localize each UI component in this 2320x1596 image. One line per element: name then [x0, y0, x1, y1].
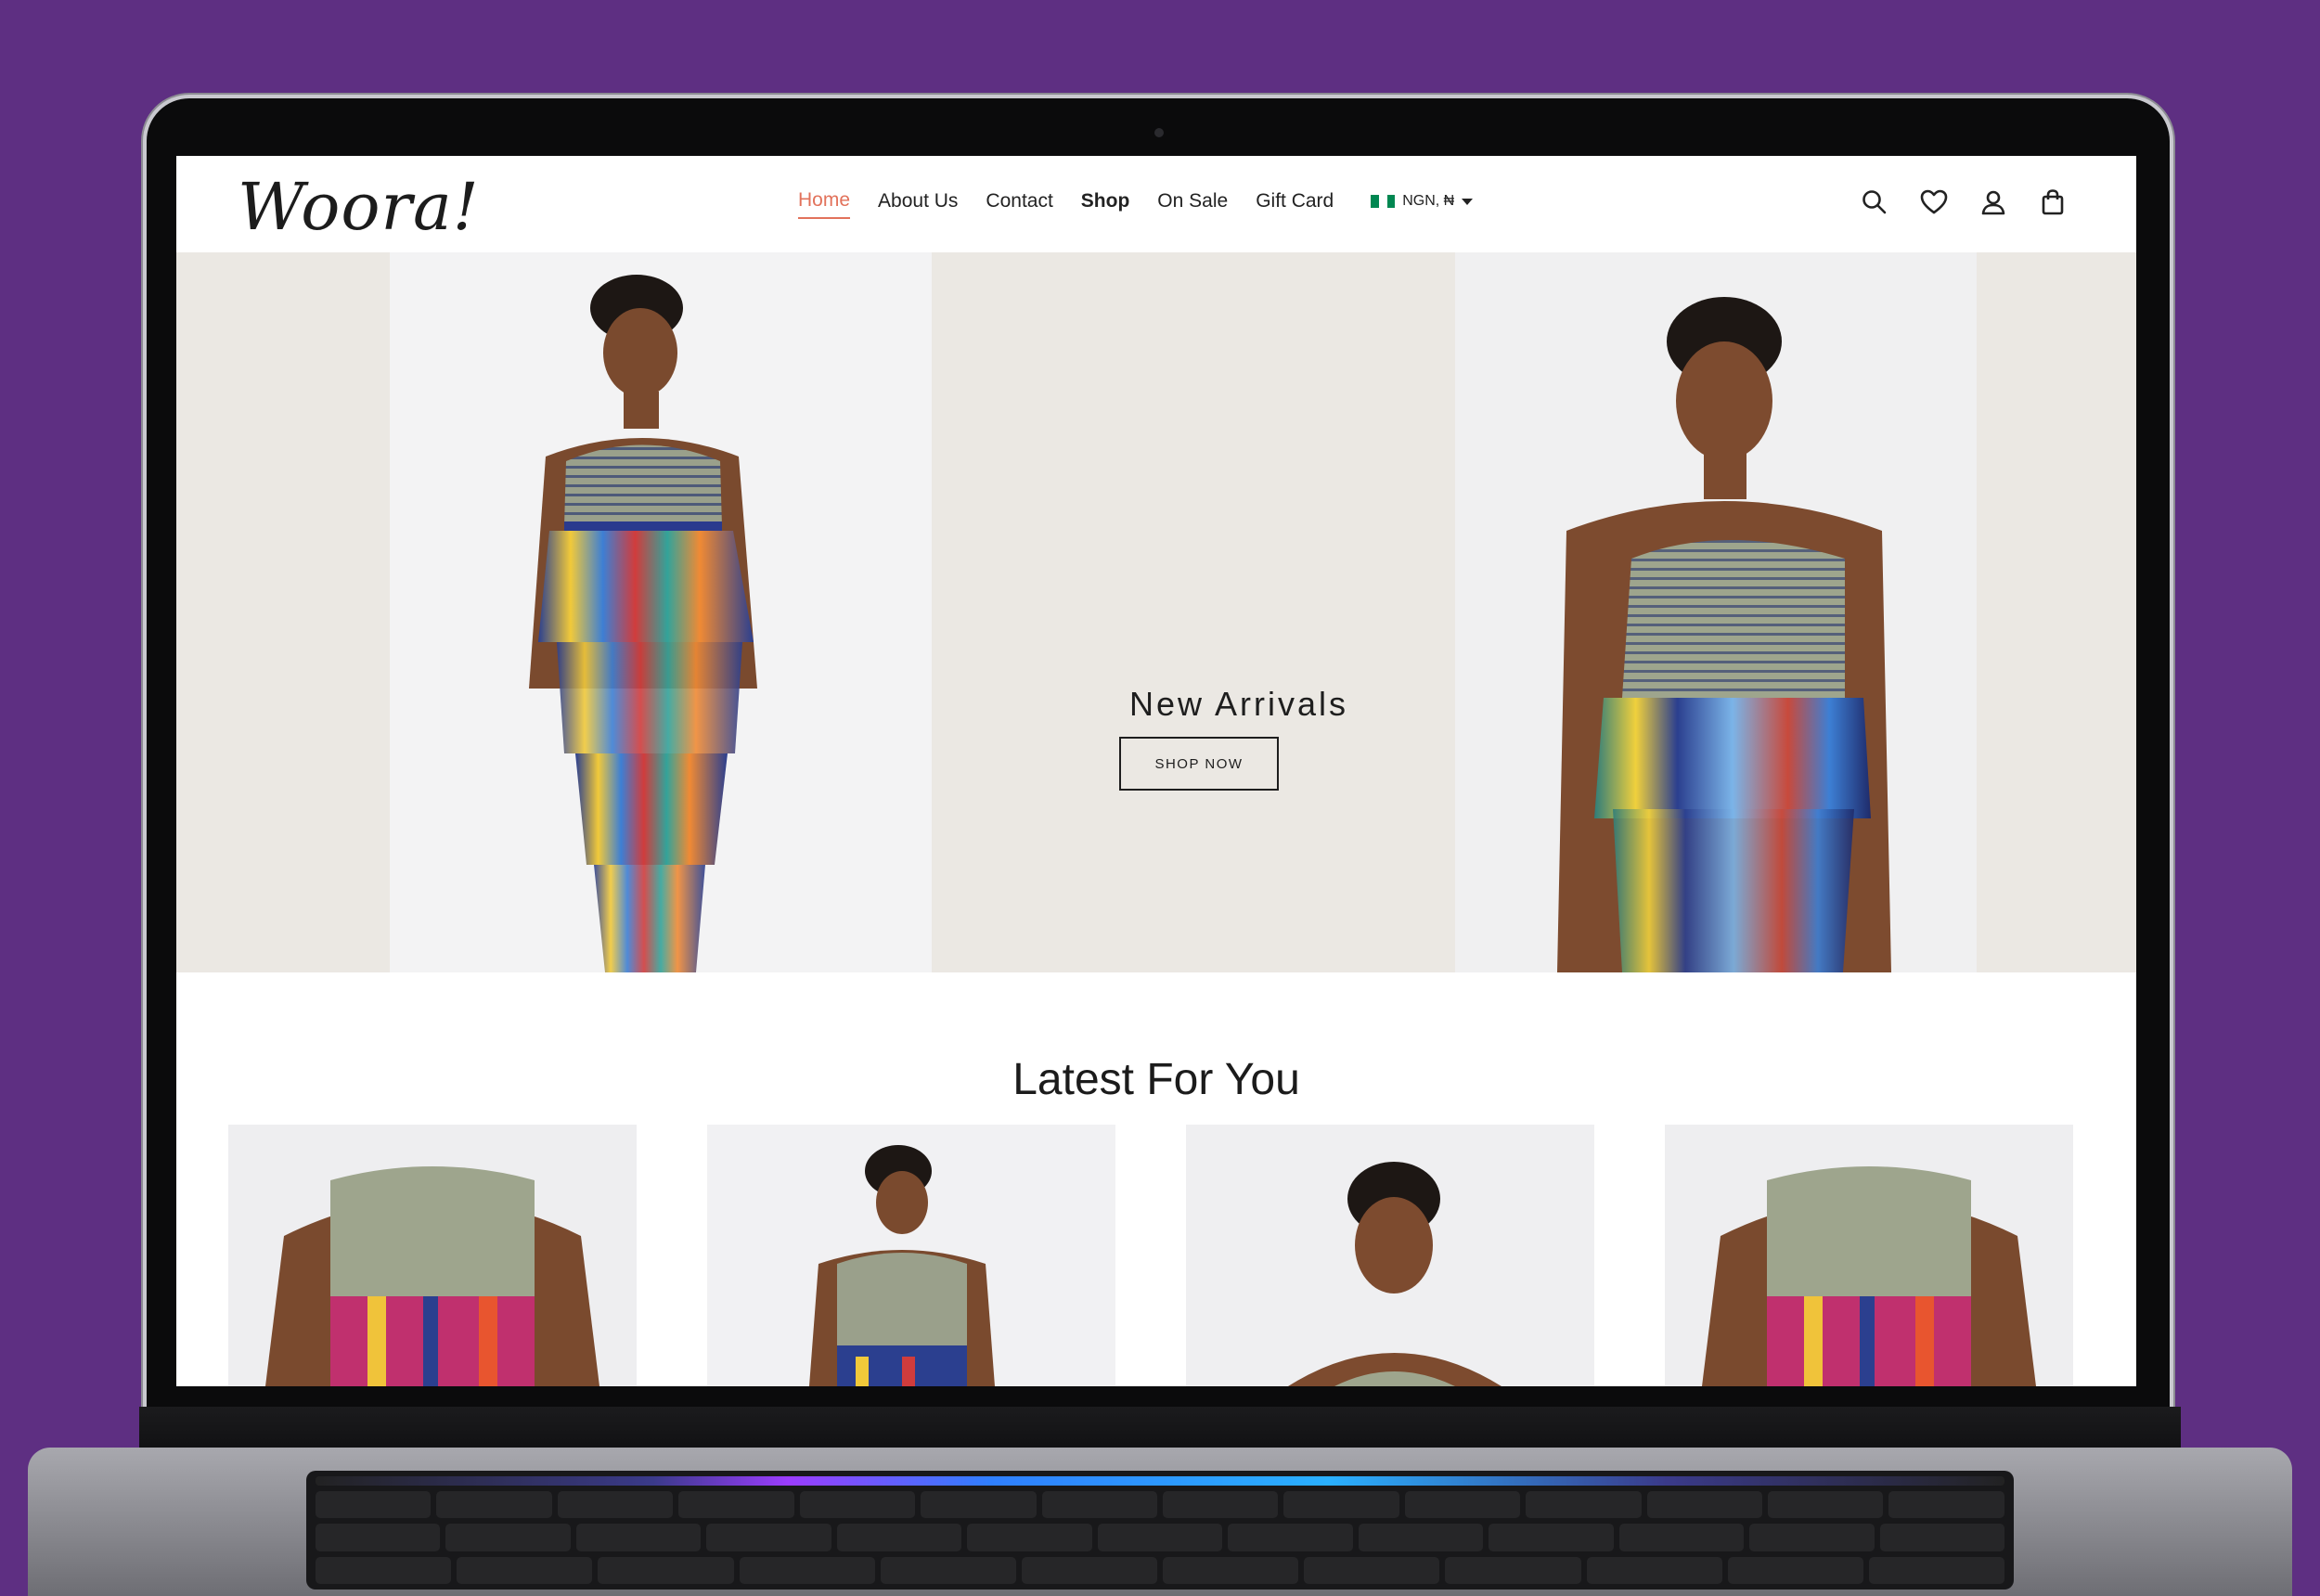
nigeria-flag-icon	[1371, 195, 1396, 208]
product-image	[228, 1125, 637, 1386]
browser-screen: Woora! Home About Us Contact Shop On Sal…	[176, 156, 2136, 1386]
product-card[interactable]	[707, 1125, 1115, 1386]
heart-icon[interactable]	[1919, 187, 1949, 217]
nav-contact[interactable]: Contact	[986, 190, 1052, 218]
currency-label: NGN, ₦	[1402, 193, 1455, 209]
product-image	[1665, 1125, 2073, 1386]
product-card[interactable]	[228, 1125, 637, 1386]
touch-bar	[316, 1476, 2004, 1486]
shop-now-button[interactable]: SHOP NOW	[1119, 737, 1279, 791]
nav-on-sale[interactable]: On Sale	[1157, 190, 1228, 218]
nav-shop[interactable]: Shop	[1081, 190, 1130, 218]
hero-banner: New Arrivals SHOP NOW	[176, 252, 2136, 972]
keyboard	[306, 1471, 2014, 1590]
nav-home[interactable]: Home	[798, 189, 851, 219]
hero-image-right[interactable]	[1455, 252, 1977, 972]
latest-section-title: Latest For You	[1012, 1055, 1300, 1104]
hero-title: New Arrivals	[1128, 685, 1349, 723]
product-image	[1186, 1125, 1594, 1386]
currency-selector[interactable]: NGN, ₦	[1371, 193, 1474, 215]
webcam	[1154, 128, 1164, 137]
site-header: Woora! Home About Us Contact Shop On Sal…	[176, 156, 2136, 252]
nav-about-us[interactable]: About Us	[878, 190, 958, 218]
product-card[interactable]	[1665, 1125, 2073, 1386]
chevron-down-icon	[1462, 198, 1474, 205]
header-icons	[1860, 187, 2068, 217]
hero-image-left[interactable]	[390, 252, 932, 972]
product-image	[707, 1125, 1115, 1386]
user-icon[interactable]	[1978, 187, 2008, 217]
bag-icon[interactable]	[2038, 187, 2068, 217]
site-logo[interactable]: Woora!	[238, 169, 480, 245]
product-card[interactable]	[1186, 1125, 1594, 1386]
nav-gift-card[interactable]: Gift Card	[1256, 190, 1334, 218]
model-full-dress-image	[390, 252, 932, 972]
search-icon[interactable]	[1860, 187, 1889, 217]
product-grid	[228, 1125, 2073, 1386]
model-short-dress-image	[1455, 252, 1977, 972]
main-nav: Home About Us Contact Shop On Sale Gift …	[798, 189, 1474, 219]
